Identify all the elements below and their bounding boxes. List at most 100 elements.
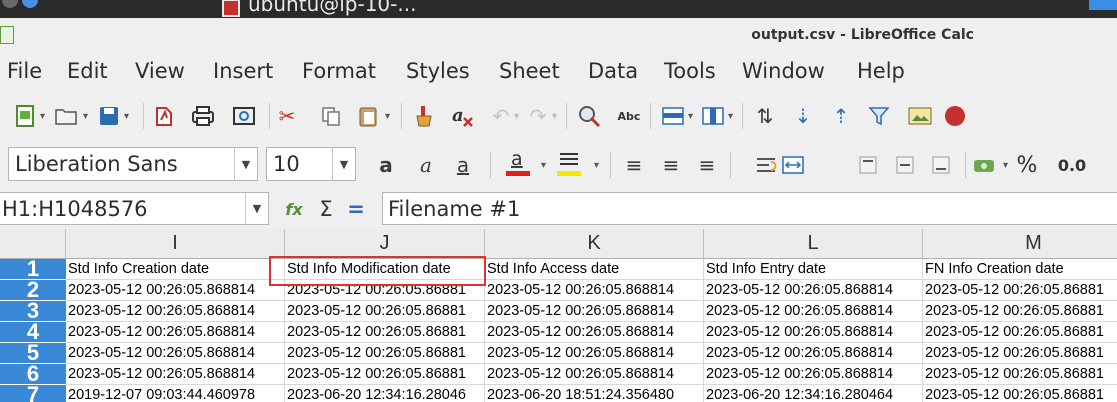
undo-icon[interactable]: ↶ [488,103,514,129]
table-cell[interactable]: 2023-05-12 00:26:05.86881 [923,322,1117,343]
table-cell[interactable]: 2023-05-12 00:26:05.868814 [704,343,923,364]
table-cell[interactable]: FN Info Creation date [923,259,1117,280]
table-cell[interactable]: 2023-05-12 00:26:05.868814 [66,343,285,364]
save-dropdown-icon[interactable]: ▾ [124,111,129,122]
menu-view[interactable]: View [135,59,185,83]
copy-icon[interactable] [318,103,344,129]
find-replace-icon[interactable] [576,103,602,129]
italic-icon[interactable]: a [413,152,439,178]
menu-styles[interactable]: Styles [406,59,470,83]
formula-input[interactable]: Filename #1 [382,192,1117,225]
currency-dropdown-icon[interactable]: ▾ [1003,160,1008,171]
column-header-l[interactable]: L [704,229,923,259]
column-header-j[interactable]: J [285,229,485,259]
paste-icon[interactable] [355,103,381,129]
font-color-dropdown-icon[interactable]: ▾ [541,160,546,171]
chevron-down-icon[interactable]: ▼ [234,148,257,180]
font-name-box[interactable]: Liberation Sans ▼ [8,147,258,181]
table-cell[interactable]: 2023-05-12 00:26:05.86881 [923,301,1117,322]
column-icon[interactable] [700,103,726,129]
menu-tools[interactable]: Tools [664,59,716,83]
save-icon[interactable] [96,103,122,129]
highlighting-color-icon[interactable] [556,149,582,176]
menu-help[interactable]: Help [857,59,905,83]
menu-data[interactable]: Data [588,59,638,83]
print-icon[interactable] [190,103,216,129]
table-cell[interactable]: 2023-05-12 00:26:05.868814 [66,280,285,301]
function-wizard-icon[interactable]: fx [281,196,307,222]
table-cell[interactable]: 2023-05-12 00:26:05.868814 [704,301,923,322]
taskbar-terminal-item[interactable]: ubuntu@ip-10-... [222,0,416,17]
align-center-icon[interactable]: ≡ [658,152,684,178]
menu-window[interactable]: Window [742,59,825,83]
table-cell[interactable]: 2023-06-20 18:51:24.356480 [485,385,704,402]
menu-format[interactable]: Format [302,59,376,83]
cut-icon[interactable]: ✂ [274,103,300,129]
new-document-icon[interactable] [12,103,38,129]
align-left-icon[interactable]: ≡ [621,152,647,178]
select-all-corner[interactable] [0,229,66,259]
highlighting-dropdown-icon[interactable]: ▾ [594,160,599,171]
table-cell[interactable]: 2023-05-12 00:26:05.868814 [704,364,923,385]
print-preview-icon[interactable] [231,103,257,129]
insert-chart-icon[interactable] [942,103,968,129]
menu-insert[interactable]: Insert [213,59,273,83]
table-cell[interactable]: 2023-05-12 00:26:05.868814 [704,280,923,301]
table-cell[interactable]: 2023-05-12 00:26:05.868814 [485,322,704,343]
sum-icon[interactable]: Σ [313,196,339,222]
table-cell[interactable]: 2023-05-12 00:26:05.868814 [485,301,704,322]
merge-center-icon[interactable] [780,152,806,178]
wrap-text-icon[interactable] [754,152,780,178]
table-cell[interactable]: 2023-05-12 00:26:05.86881 [285,343,485,364]
table-cell[interactable]: Std Info Creation date [66,259,285,280]
spelling-icon[interactable]: Abc [616,103,642,129]
table-cell[interactable]: 2023-05-12 00:26:05.868814 [66,322,285,343]
table-cell[interactable]: Std Info Access date [485,259,704,280]
name-box[interactable]: H1:H1048576 ▼ [0,192,269,225]
percent-format-button[interactable]: % [1014,152,1040,178]
table-cell[interactable]: 2023-06-20 12:34:16.28046 [285,385,485,402]
clear-formatting-icon[interactable]: a [449,103,475,129]
open-dropdown-icon[interactable]: ▾ [83,111,88,122]
table-cell[interactable]: 2023-05-12 00:26:05.868814 [66,301,285,322]
formula-icon[interactable]: = [343,196,369,222]
table-cell[interactable]: 2023-05-12 00:26:05.86881 [285,301,485,322]
font-color-icon[interactable]: a [505,148,531,176]
autofilter-icon[interactable] [866,103,892,129]
chevron-down-icon[interactable]: ▼ [332,148,355,180]
paste-dropdown-icon[interactable]: ▾ [385,111,390,122]
undo-dropdown-icon[interactable]: ▾ [514,111,519,122]
currency-format-icon[interactable] [972,152,998,178]
align-top-icon[interactable] [855,152,881,178]
table-cell[interactable]: 2023-05-12 00:26:05.868814 [66,364,285,385]
table-cell[interactable]: 2023-05-12 00:26:05.86881 [285,364,485,385]
table-cell[interactable]: 2023-05-12 00:26:05.86881 [923,280,1117,301]
sort-descending-icon[interactable]: ⇣ [790,103,816,129]
menu-edit[interactable]: Edit [67,59,108,83]
bold-icon[interactable]: a [373,152,399,178]
underline-icon[interactable]: a [450,152,476,178]
table-cell[interactable]: 2023-05-12 00:26:05.868814 [485,343,704,364]
redo-dropdown-icon[interactable]: ▾ [552,111,557,122]
table-cell[interactable]: 2023-05-12 00:26:05.86881 [923,364,1117,385]
table-cell[interactable]: 2023-05-12 00:26:05.86881 [923,385,1117,402]
number-format-button[interactable]: 0.0 [1052,152,1092,178]
new-dropdown-icon[interactable]: ▾ [40,111,45,122]
row-header[interactable]: 7 [0,382,66,402]
column-dropdown-icon[interactable]: ▾ [728,111,733,122]
sort-ascending-icon[interactable]: ⇡ [828,103,854,129]
align-right-icon[interactable]: ≡ [694,152,720,178]
row-icon[interactable] [660,103,686,129]
table-cell[interactable]: 2023-05-12 00:26:05.868814 [704,322,923,343]
table-cell[interactable]: 2023-05-12 00:26:05.86881 [285,322,485,343]
menu-file[interactable]: File [7,59,42,83]
open-folder-icon[interactable] [53,103,79,129]
table-cell[interactable]: 2023-05-12 00:26:05.868814 [485,280,704,301]
center-vertically-icon[interactable] [892,152,918,178]
table-cell[interactable]: 2023-05-12 00:26:05.86881 [923,343,1117,364]
table-cell[interactable]: 2023-06-20 12:34:16.280464 [704,385,923,402]
sort-icon[interactable]: ⇅ [752,103,778,129]
insert-image-icon[interactable] [907,103,933,129]
menu-sheet[interactable]: Sheet [499,59,560,83]
table-cell[interactable]: 2019-12-07 09:03:44.460978 [66,385,285,402]
